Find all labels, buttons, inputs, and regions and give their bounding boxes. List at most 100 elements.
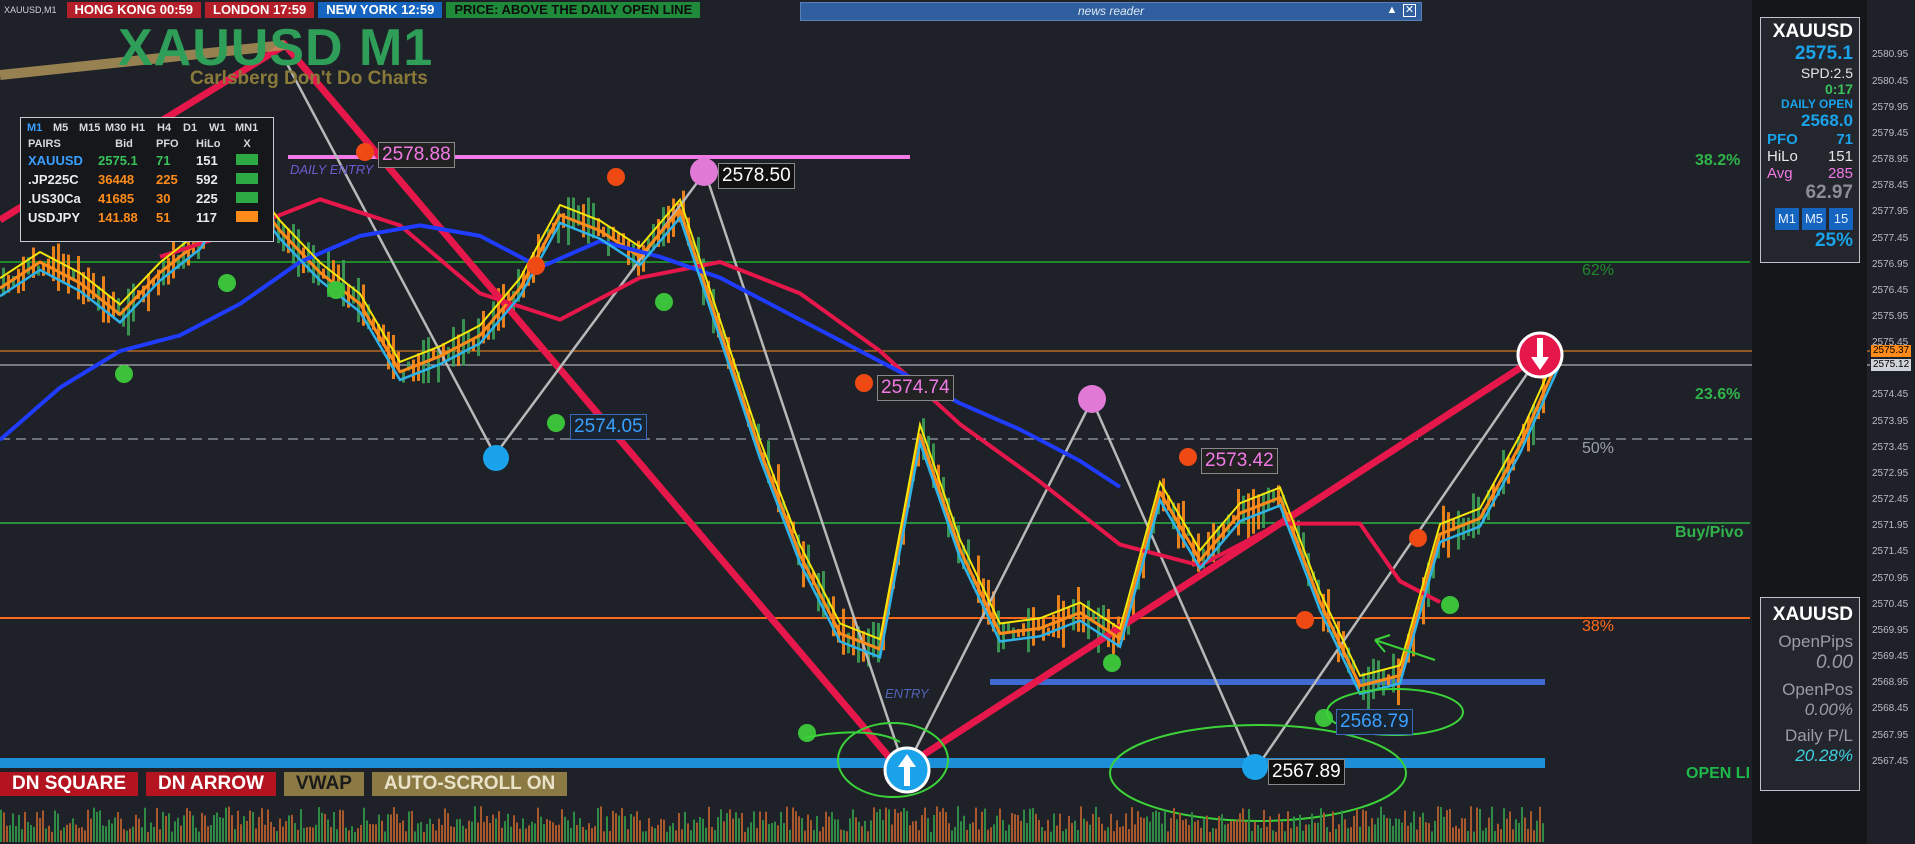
candle-bar <box>1472 493 1475 539</box>
vwap-button[interactable]: VWAP <box>283 772 364 796</box>
volume-bar <box>1530 811 1532 842</box>
price-chart[interactable]: DAILY ENTRY ENTRY <box>0 0 1915 844</box>
auto-scroll-button[interactable]: AUTO-SCROLL ON <box>371 772 568 796</box>
volume-bar <box>81 827 83 842</box>
volume-bar <box>1299 814 1301 842</box>
volume-bar <box>489 822 491 842</box>
tf-button-15[interactable]: 15 <box>1829 208 1853 230</box>
candle-bar <box>627 240 630 265</box>
info-value: 62.97 <box>1805 182 1853 203</box>
volume-bar <box>444 808 446 842</box>
tf-h1[interactable]: H1 <box>131 122 157 134</box>
y-tick-label: 2576.45 <box>1872 284 1909 296</box>
volume-bar <box>1173 808 1175 842</box>
volume-bar <box>282 826 284 842</box>
volume-bar <box>930 831 932 842</box>
volume-bar <box>600 806 602 842</box>
tf-m5[interactable]: M5 <box>53 122 79 134</box>
volume-bar <box>1515 819 1517 842</box>
volume-bar <box>498 811 500 842</box>
info-price: 2575.1 <box>1794 43 1853 64</box>
y-tick-label: 2578.95 <box>1872 154 1909 166</box>
fib-236-label: 23.6% <box>1695 386 1741 403</box>
candle-bar <box>572 197 575 229</box>
volume-bar <box>645 831 647 842</box>
candle-bar <box>62 253 65 284</box>
news-reader-bar[interactable]: news reader ▲ ✕ <box>800 2 1422 21</box>
volume-bar <box>1500 829 1502 842</box>
volume-bar <box>1047 819 1049 842</box>
volume-bar <box>1068 815 1070 842</box>
volume-bar <box>279 818 281 842</box>
volume-bar <box>531 821 533 842</box>
candle-bar <box>167 257 170 285</box>
volume-bar <box>1200 827 1202 842</box>
tf-m30[interactable]: M30 <box>105 122 131 134</box>
volume-bar <box>885 807 887 842</box>
y-tick-label: 2580.45 <box>1872 75 1909 87</box>
swing-low-dot <box>115 365 133 383</box>
volume-bar <box>633 816 635 842</box>
volume-bar <box>399 822 401 842</box>
volume-bar <box>924 807 926 842</box>
dn-square-button[interactable]: DN SQUARE <box>0 772 139 796</box>
dn-arrow-button[interactable]: DN ARROW <box>146 772 276 796</box>
volume-bar <box>1311 813 1313 842</box>
volume-bar <box>687 823 689 842</box>
tf-h4[interactable]: H4 <box>157 122 183 134</box>
tf-w1[interactable]: W1 <box>209 122 235 134</box>
volume-bar <box>1320 808 1322 842</box>
tf-m1[interactable]: M1 <box>27 122 53 134</box>
volume-bar <box>330 826 332 842</box>
bottom-toolbar: DN SQUARE DN ARROW VWAP AUTO-SCROLL ON <box>0 772 568 796</box>
pair-row[interactable]: USDJPY 141.88 51 117 <box>25 208 261 227</box>
volume-bar <box>915 820 917 842</box>
volume-bar <box>801 818 803 842</box>
volume-bar <box>1017 815 1019 842</box>
volume-bar <box>807 814 809 842</box>
candle-bar <box>842 608 845 655</box>
volume-bar <box>114 817 116 842</box>
pair-hilo: 117 <box>196 210 217 225</box>
tf-button-m5[interactable]: M5 <box>1802 208 1826 230</box>
volume-bar <box>1437 806 1439 842</box>
volume-bar <box>393 807 395 842</box>
fib-62-label: 62% <box>1582 262 1615 279</box>
volume-bar <box>585 829 587 842</box>
volume-bar <box>387 814 389 842</box>
close-icon[interactable]: ✕ <box>1403 4 1416 17</box>
volume-bar <box>552 822 554 842</box>
fib-50-label: 50% <box>1582 440 1615 457</box>
volume-bar <box>450 826 452 842</box>
volume-bar <box>402 820 404 842</box>
pair-row[interactable]: .US30Ca 41685 30 225 <box>25 189 261 208</box>
tf-mn1[interactable]: MN1 <box>235 122 261 134</box>
volume-bar <box>1020 820 1022 842</box>
pair-bid: 141.88 <box>98 210 138 225</box>
bid-price-tag: 2575.12 <box>1871 359 1912 371</box>
volume-bar <box>189 811 191 842</box>
pair-row[interactable]: .JP225C 36448 225 592 <box>25 170 261 189</box>
tf-button-m1[interactable]: M1 <box>1775 208 1799 230</box>
volume-bar <box>1419 816 1421 842</box>
caret-up-icon[interactable]: ▲ <box>1385 4 1399 17</box>
volume-bar <box>768 824 770 842</box>
volume-bar <box>843 830 845 842</box>
tf-m15[interactable]: M15 <box>79 122 105 134</box>
candle-bar <box>67 254 70 294</box>
volume-bar <box>774 821 776 842</box>
y-tick-label: 2575.95 <box>1872 310 1909 322</box>
tf-d1[interactable]: D1 <box>183 122 209 134</box>
volume-bar <box>978 829 980 842</box>
volume-bar <box>507 813 509 842</box>
volume-bar <box>696 822 698 842</box>
buy-pivot-label: Buy/Pivo <box>1675 524 1744 541</box>
pair-row[interactable]: XAUUSD 2575.1 71 151 <box>25 151 261 170</box>
volume-bar <box>207 826 209 842</box>
symbol-tab[interactable]: XAUUSD,M1 <box>0 5 63 15</box>
session-london: LONDON 17:59 <box>205 2 315 18</box>
volume-bar <box>975 807 977 842</box>
volume-bar <box>939 811 941 842</box>
volume-bar <box>837 819 839 842</box>
info-symbol: XAUUSD <box>1772 21 1853 42</box>
